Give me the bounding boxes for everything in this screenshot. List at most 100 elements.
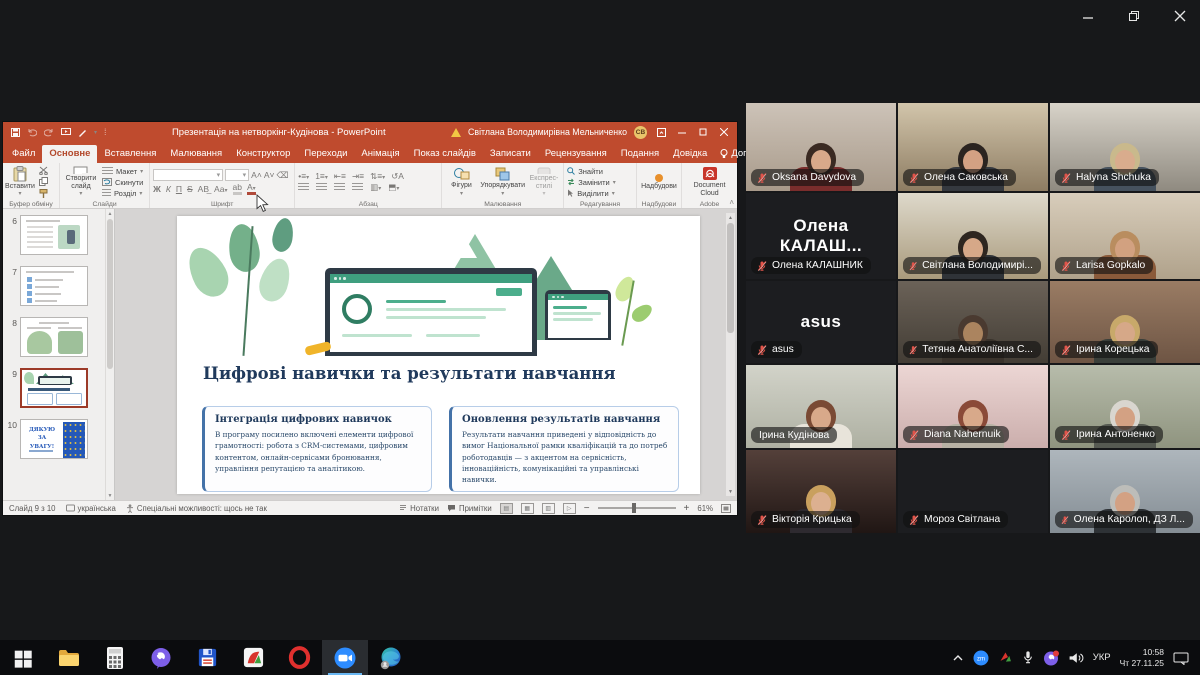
redo-icon[interactable] — [44, 128, 54, 137]
participant-tile[interactable]: Halyna Shchuka — [1050, 103, 1200, 191]
slide-title[interactable]: Цифрові навички та результати навчання — [203, 364, 616, 383]
align-left-icon[interactable] — [298, 183, 309, 192]
numbering-icon[interactable]: 1≡▾ — [315, 172, 328, 181]
bullets-icon[interactable]: •≡▾ — [298, 172, 309, 181]
columns-icon[interactable]: ▥▾ — [370, 183, 381, 192]
slide-sorter-view-icon[interactable]: ▦ — [521, 503, 534, 514]
qat-customize-icon[interactable]: ▾ — [94, 129, 97, 136]
thumbnail-scrollbar[interactable]: ▲ ▼ — [105, 209, 114, 500]
notes-button[interactable]: Нотатки — [399, 504, 439, 513]
decrease-indent-icon[interactable]: ⇤≡ — [334, 172, 346, 181]
taskbar-viber-icon[interactable] — [138, 640, 184, 675]
undo-icon[interactable] — [27, 128, 37, 137]
layout-button[interactable]: Макет▾ — [102, 167, 143, 176]
tray-viber-icon[interactable] — [1043, 650, 1059, 666]
ribbon-tab-Переходи[interactable]: Переходи — [297, 145, 354, 163]
ribbon-tab-Рецензування[interactable]: Рецензування — [538, 145, 614, 163]
ribbon-options-icon[interactable] — [654, 125, 668, 139]
ribbon-tab-Показ слайдів[interactable]: Показ слайдів — [407, 145, 483, 163]
slide-canvas[interactable]: Цифрові навички та результати навчання І… — [177, 216, 700, 494]
taskbar-media-app-icon[interactable] — [230, 640, 276, 675]
zoom-level[interactable]: 61% — [697, 504, 713, 513]
participant-tile[interactable]: Олена Саковська — [898, 103, 1048, 191]
quick-styles-button[interactable]: Експрес-стилі▾ — [528, 166, 561, 198]
highlight-color-icon[interactable]: ab — [233, 183, 242, 195]
smartart-icon[interactable]: ⬒▾ — [388, 183, 399, 192]
tray-remote-app-icon[interactable] — [998, 650, 1013, 665]
language-indicator[interactable]: УКР — [1093, 652, 1111, 663]
collapse-ribbon-icon[interactable]: ˄ — [729, 198, 734, 207]
participant-tile[interactable]: Вікторія Крицька — [746, 450, 896, 533]
tray-speaker-icon[interactable] — [1068, 651, 1084, 665]
taskbar-edge-icon[interactable] — [368, 640, 414, 675]
slide-thumbnail-10[interactable]: 10 ДЯКУЮ ЗА УВАГУ! — [5, 419, 104, 459]
ribbon-tab-Довідка[interactable]: Довідка — [666, 145, 714, 163]
minimize-icon[interactable] — [1080, 8, 1096, 24]
change-case-icon[interactable]: Аа▾ — [214, 185, 228, 194]
taskbar-start-icon[interactable] — [0, 640, 46, 675]
save-icon[interactable] — [11, 128, 20, 137]
slide-thumbnail-8[interactable]: 8 — [5, 317, 104, 357]
font-color-icon[interactable]: А▾ — [247, 183, 256, 195]
document-cloud-button[interactable]: Document Cloud — [685, 166, 734, 198]
slideshow-icon[interactable] — [61, 128, 71, 137]
participant-tile[interactable]: Олена КАЛАШ... Олена КАЛАШНИК — [746, 193, 896, 279]
slide-thumbnail-6[interactable]: 6 — [5, 215, 104, 255]
ribbon-tab-Подання[interactable]: Подання — [614, 145, 666, 163]
zoom-in-icon[interactable]: + — [684, 503, 690, 514]
slide-thumbnail-7[interactable]: 7 — [5, 266, 104, 306]
align-right-icon[interactable] — [334, 183, 345, 192]
slideshow-view-icon[interactable]: ▷ — [563, 503, 576, 514]
accessibility-checker[interactable]: Спеціальні можливості: щось не так — [126, 504, 267, 513]
ribbon-tab-Вставлення[interactable]: Вставлення — [97, 145, 163, 163]
fit-slide-icon[interactable] — [721, 504, 731, 513]
clock[interactable]: 10:58 Чт 27.11.25 — [1120, 647, 1164, 668]
ppt-minimize-icon[interactable] — [675, 125, 689, 139]
reading-view-icon[interactable]: ▥ — [542, 503, 555, 514]
arrange-button[interactable]: Упорядкувати▾ — [481, 166, 525, 198]
participant-tile[interactable]: Олена Каролоп, ДЗ Л... — [1050, 450, 1200, 533]
ribbon-tab-Файл[interactable]: Файл — [5, 145, 42, 163]
addins-button[interactable]: Надбудови — [640, 166, 678, 198]
taskbar-opera-icon[interactable] — [276, 640, 322, 675]
ppt-close-icon[interactable] — [717, 125, 731, 139]
ribbon-tab-Малювання[interactable]: Малювання — [163, 145, 229, 163]
slide-scrollbar[interactable]: ▲ ▼ — [726, 213, 735, 496]
align-center-icon[interactable] — [316, 183, 327, 192]
section-button[interactable]: Розділ▾ — [102, 189, 142, 198]
taskbar-file-explorer-icon[interactable] — [46, 640, 92, 675]
participant-tile[interactable]: Світлана Володимирі... — [898, 193, 1048, 279]
format-painter-icon[interactable] — [37, 189, 50, 198]
comments-button[interactable]: Примітки — [447, 504, 492, 513]
account-user-name[interactable]: Світлана Володимирівна Мельниченко — [468, 127, 627, 137]
restore-icon[interactable] — [1126, 8, 1142, 24]
slide-box-digital-skills[interactable]: Інтеграція цифрових навичок В програму п… — [202, 406, 432, 492]
participant-tile[interactable]: Ірина Кудінова — [746, 365, 896, 448]
participant-tile[interactable]: Тетяна Анатоліївна С... — [898, 281, 1048, 363]
grow-font-icon[interactable]: А˄ — [251, 171, 262, 180]
clear-formatting-icon[interactable]: ⌫ — [276, 171, 288, 180]
participant-tile[interactable]: Ірина Антоненко — [1050, 365, 1200, 448]
pen-mode-icon[interactable] — [78, 128, 87, 137]
taskbar-zoom-icon[interactable] — [322, 640, 368, 675]
new-slide-button[interactable]: Створити слайд▾ — [63, 166, 99, 198]
tray-mic-icon[interactable] — [1022, 650, 1034, 666]
increase-indent-icon[interactable]: ⇥≡ — [352, 172, 364, 181]
font-size-combobox[interactable]: ▾ — [225, 169, 249, 181]
slide-thumbnail-9[interactable]: 9 — [5, 368, 104, 408]
font-name-combobox[interactable]: ▾ — [153, 169, 223, 181]
tray-zoom-icon[interactable]: zm — [973, 650, 989, 666]
tray-chevron-up-icon[interactable] — [952, 653, 964, 663]
participant-tile[interactable]: Diana Nahernuik — [898, 365, 1048, 448]
strikethrough-button[interactable]: S — [187, 185, 193, 194]
slide-box-learning-outcomes[interactable]: Оновлення результатів навчання Результат… — [449, 406, 679, 492]
bold-button[interactable]: Ж — [153, 185, 161, 194]
action-center-icon[interactable] — [1173, 650, 1190, 665]
select-button[interactable]: Виділити▾ — [567, 189, 614, 198]
find-button[interactable]: Знайти — [567, 167, 603, 176]
language-selector[interactable]: українська — [66, 504, 116, 513]
shrink-font-icon[interactable]: А˅ — [264, 171, 275, 180]
char-spacing-icon[interactable]: АВ̲ — [198, 185, 209, 194]
underline-button[interactable]: П — [176, 185, 182, 194]
account-avatar[interactable]: СВ — [634, 126, 647, 139]
